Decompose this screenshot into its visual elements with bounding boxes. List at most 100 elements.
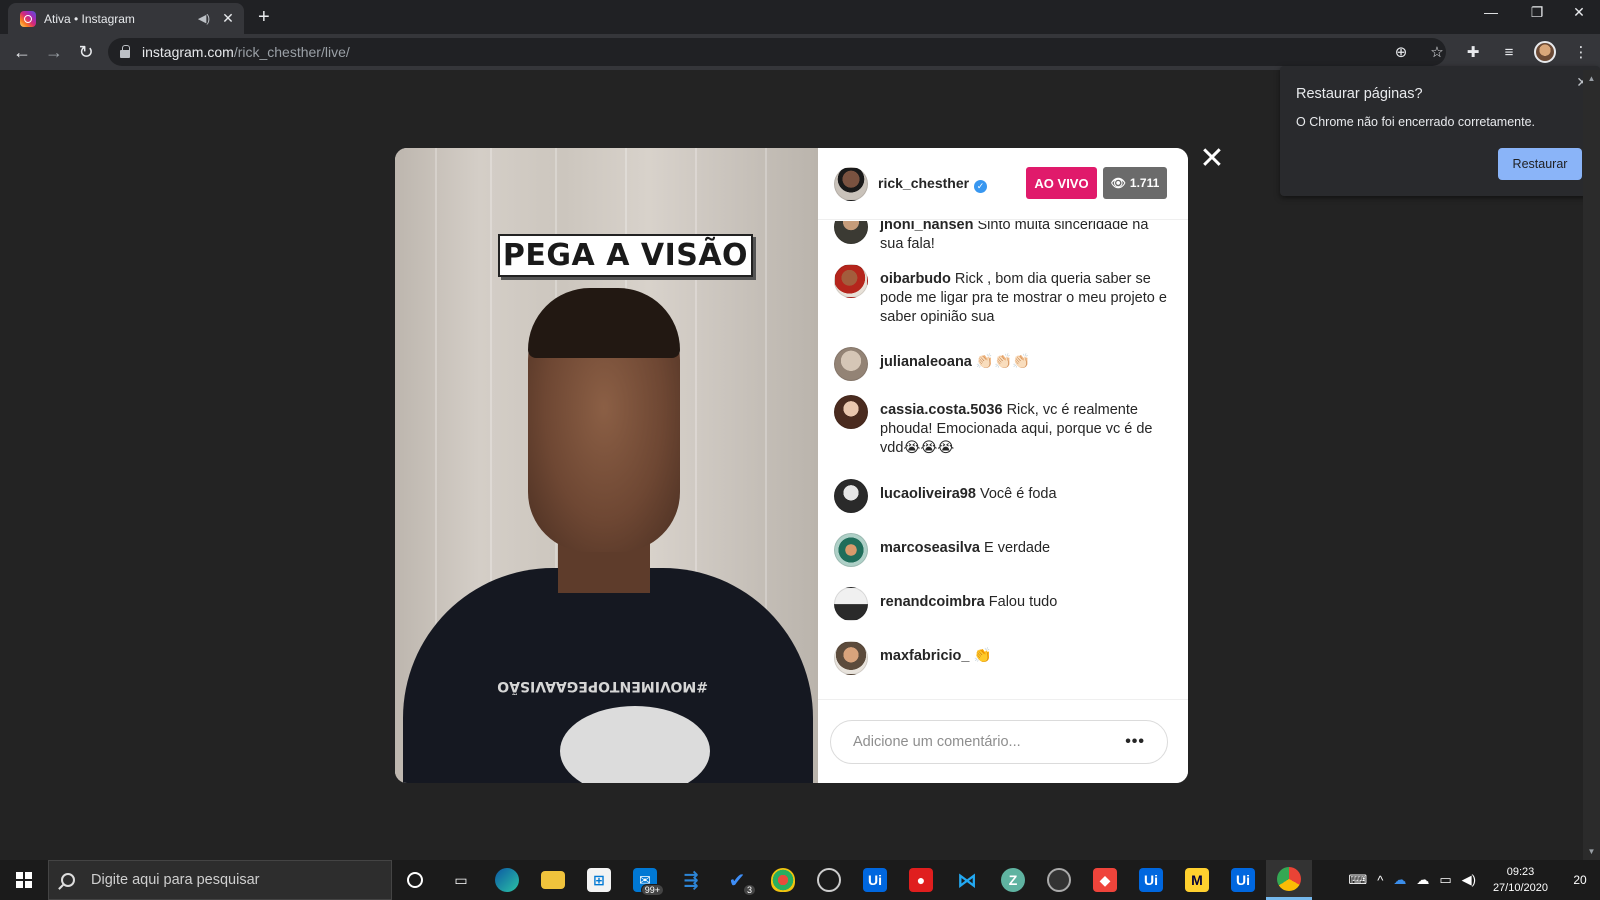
taskbar-app-edge[interactable] xyxy=(484,860,530,900)
taskbar-app-vscode[interactable]: ⋈ xyxy=(944,860,990,900)
start-button[interactable] xyxy=(0,860,48,900)
comment-avatar[interactable] xyxy=(834,395,868,429)
taskbar-app-vpn[interactable] xyxy=(760,860,806,900)
comment-avatar[interactable] xyxy=(834,264,868,298)
comment-username[interactable]: marcoseasilva xyxy=(880,540,980,556)
scroll-down-icon[interactable]: ▼ xyxy=(1583,843,1600,860)
extensions-puzzle-icon[interactable]: ✚ xyxy=(1458,36,1488,68)
clock-date: 27/10/2020 xyxy=(1492,882,1548,894)
comment-composer: ••• xyxy=(818,699,1188,783)
forward-arrow-icon[interactable]: → xyxy=(38,36,70,68)
lock-icon[interactable] xyxy=(120,45,130,58)
live-modal: PEGA A VISÃO #MOVIMENTOPEGAAVISÃO rick_c… xyxy=(395,148,1188,783)
folder-icon xyxy=(541,871,565,889)
host-username[interactable]: rick_chesther ✓ xyxy=(878,175,988,193)
uipath-icon: Ui xyxy=(1231,868,1255,892)
back-arrow-icon[interactable]: ← xyxy=(6,36,38,68)
new-tab-button[interactable]: + xyxy=(258,6,270,29)
bookmark-star-icon[interactable]: ☆ xyxy=(1422,36,1452,68)
comment-avatar[interactable] xyxy=(834,587,868,621)
edge-icon xyxy=(495,868,519,892)
comment-avatar[interactable] xyxy=(834,347,868,381)
minimize-button[interactable]: — xyxy=(1468,4,1514,20)
uipath-icon: Ui xyxy=(1139,868,1163,892)
zoom-icon[interactable]: ⊕ xyxy=(1386,36,1416,68)
todo-badge: 3 xyxy=(742,884,756,896)
network-icon[interactable]: ▭ xyxy=(1434,872,1456,888)
browser-tab-instagram[interactable]: Ativa • Instagram ◀) ✕ xyxy=(8,3,244,34)
live-video[interactable]: PEGA A VISÃO #MOVIMENTOPEGAAVISÃO xyxy=(395,148,818,783)
comment-username[interactable]: julianaleoana xyxy=(880,354,972,370)
url-host: instagram.com xyxy=(142,44,234,60)
taskbar-app-store[interactable]: ⊞ xyxy=(576,860,622,900)
reload-icon[interactable]: ↻ xyxy=(70,36,102,68)
windows-logo-icon xyxy=(16,872,32,888)
address-bar[interactable]: instagram.com/rick_chesther/live/ xyxy=(108,38,1446,66)
speaker-icon[interactable]: ◀) xyxy=(198,12,210,25)
comment-body: 👏 xyxy=(973,648,992,664)
browser-toolbar: ← → ↻ instagram.com/rick_chesther/live/ … xyxy=(0,34,1600,70)
live-header: rick_chesther ✓ AO VIVO 👁 1.711 xyxy=(818,148,1188,220)
comment-avatar[interactable] xyxy=(834,533,868,567)
profile-avatar[interactable] xyxy=(1530,36,1560,68)
chevron-up-icon[interactable]: ^ xyxy=(1372,873,1388,888)
comment-item: cassia.costa.5036 Rick, vc é realmente p… xyxy=(834,395,1174,458)
devops-icon: ⇶ xyxy=(683,869,699,890)
notification-count: 20 xyxy=(1573,873,1587,887)
cortana-button[interactable] xyxy=(392,860,438,900)
taskbar-app-file-explorer[interactable] xyxy=(530,860,576,900)
close-window-button[interactable]: ✕ xyxy=(1556,4,1600,21)
taskbar-search-placeholder: Digite aqui para pesquisar xyxy=(91,872,260,888)
media-control-icon[interactable]: ≡ xyxy=(1494,36,1524,68)
host-avatar[interactable] xyxy=(834,166,868,201)
comment-username[interactable]: lucaoliveira98 xyxy=(880,486,976,502)
live-badge: AO VIVO xyxy=(1026,167,1097,199)
page-scrollbar[interactable]: ▲ ▼ xyxy=(1583,70,1600,860)
taskbar-app-obs-studio[interactable] xyxy=(1036,860,1082,900)
anydesk-icon: ◆ xyxy=(1093,868,1117,892)
store-bag-icon: ⊞ xyxy=(587,868,611,892)
shield-icon xyxy=(771,868,795,892)
onedrive-icon[interactable]: ☁ xyxy=(1388,872,1411,888)
comment-username[interactable]: jhoni_hansen xyxy=(880,221,973,233)
comment-username[interactable]: maxfabricio_ xyxy=(880,648,969,664)
taskbar-app-miro[interactable]: M xyxy=(1174,860,1220,900)
taskbar-search[interactable]: Digite aqui para pesquisar xyxy=(48,860,392,900)
comment-field: ••• xyxy=(830,720,1168,764)
comment-avatar[interactable] xyxy=(834,479,868,513)
restore-window-button[interactable]: ❐ xyxy=(1514,4,1560,21)
comment-username[interactable]: renandcoimbra xyxy=(880,594,985,610)
taskbar-app-obs[interactable] xyxy=(806,860,852,900)
comment-avatar[interactable] xyxy=(834,641,868,675)
taskbar-app-todo[interactable]: ✔ 3 xyxy=(714,860,760,900)
comment-body: Você é foda xyxy=(979,486,1057,502)
task-view-button[interactable]: ▭ xyxy=(438,860,484,900)
tab-close-icon[interactable]: ✕ xyxy=(220,10,236,27)
taskbar-app-uipath-robot[interactable]: Ui xyxy=(1220,860,1266,900)
taskbar-app-uipath-studio[interactable]: Ui xyxy=(852,860,898,900)
more-options-icon[interactable]: ••• xyxy=(1125,733,1145,751)
taskbar-app-screen-recorder[interactable]: ● xyxy=(898,860,944,900)
taskbar-app-azure-devops[interactable]: ⇶ xyxy=(668,860,714,900)
comment-input[interactable] xyxy=(853,734,1126,750)
close-live-icon[interactable]: ✕ xyxy=(1199,144,1225,174)
taskbar-clock[interactable]: 09:23 27/10/2020 xyxy=(1493,864,1548,896)
taskbar-app-anydesk[interactable]: ◆ xyxy=(1082,860,1128,900)
notifications-button[interactable]: 20 xyxy=(1560,860,1600,900)
comment-username[interactable]: cassia.costa.5036 xyxy=(880,402,1003,418)
keyboard-icon[interactable]: ⌨ xyxy=(1343,872,1372,888)
search-icon xyxy=(61,873,75,887)
cloud-icon[interactable]: ☁ xyxy=(1411,872,1434,888)
taskbar-app-chrome[interactable] xyxy=(1266,860,1312,900)
comment-username[interactable]: oibarbudo xyxy=(880,271,951,287)
volume-icon[interactable]: ◀) xyxy=(1457,872,1481,888)
taskbar-app-mail[interactable]: ✉ 99+ xyxy=(622,860,668,900)
taskbar-app-uipath-assistant[interactable]: Ui xyxy=(1128,860,1174,900)
scroll-up-icon[interactable]: ▲ xyxy=(1583,70,1600,87)
comment-avatar[interactable] xyxy=(834,221,868,244)
taskbar-app-zoom[interactable]: Z xyxy=(990,860,1036,900)
viewer-count-badge: 👁 1.711 xyxy=(1103,167,1167,199)
chrome-menu-icon[interactable]: ⋮ xyxy=(1566,36,1596,68)
comments-list[interactable]: jhoni_hansen Sinto muita sinceridade na … xyxy=(818,221,1188,699)
restore-button[interactable]: Restaurar xyxy=(1498,148,1582,180)
